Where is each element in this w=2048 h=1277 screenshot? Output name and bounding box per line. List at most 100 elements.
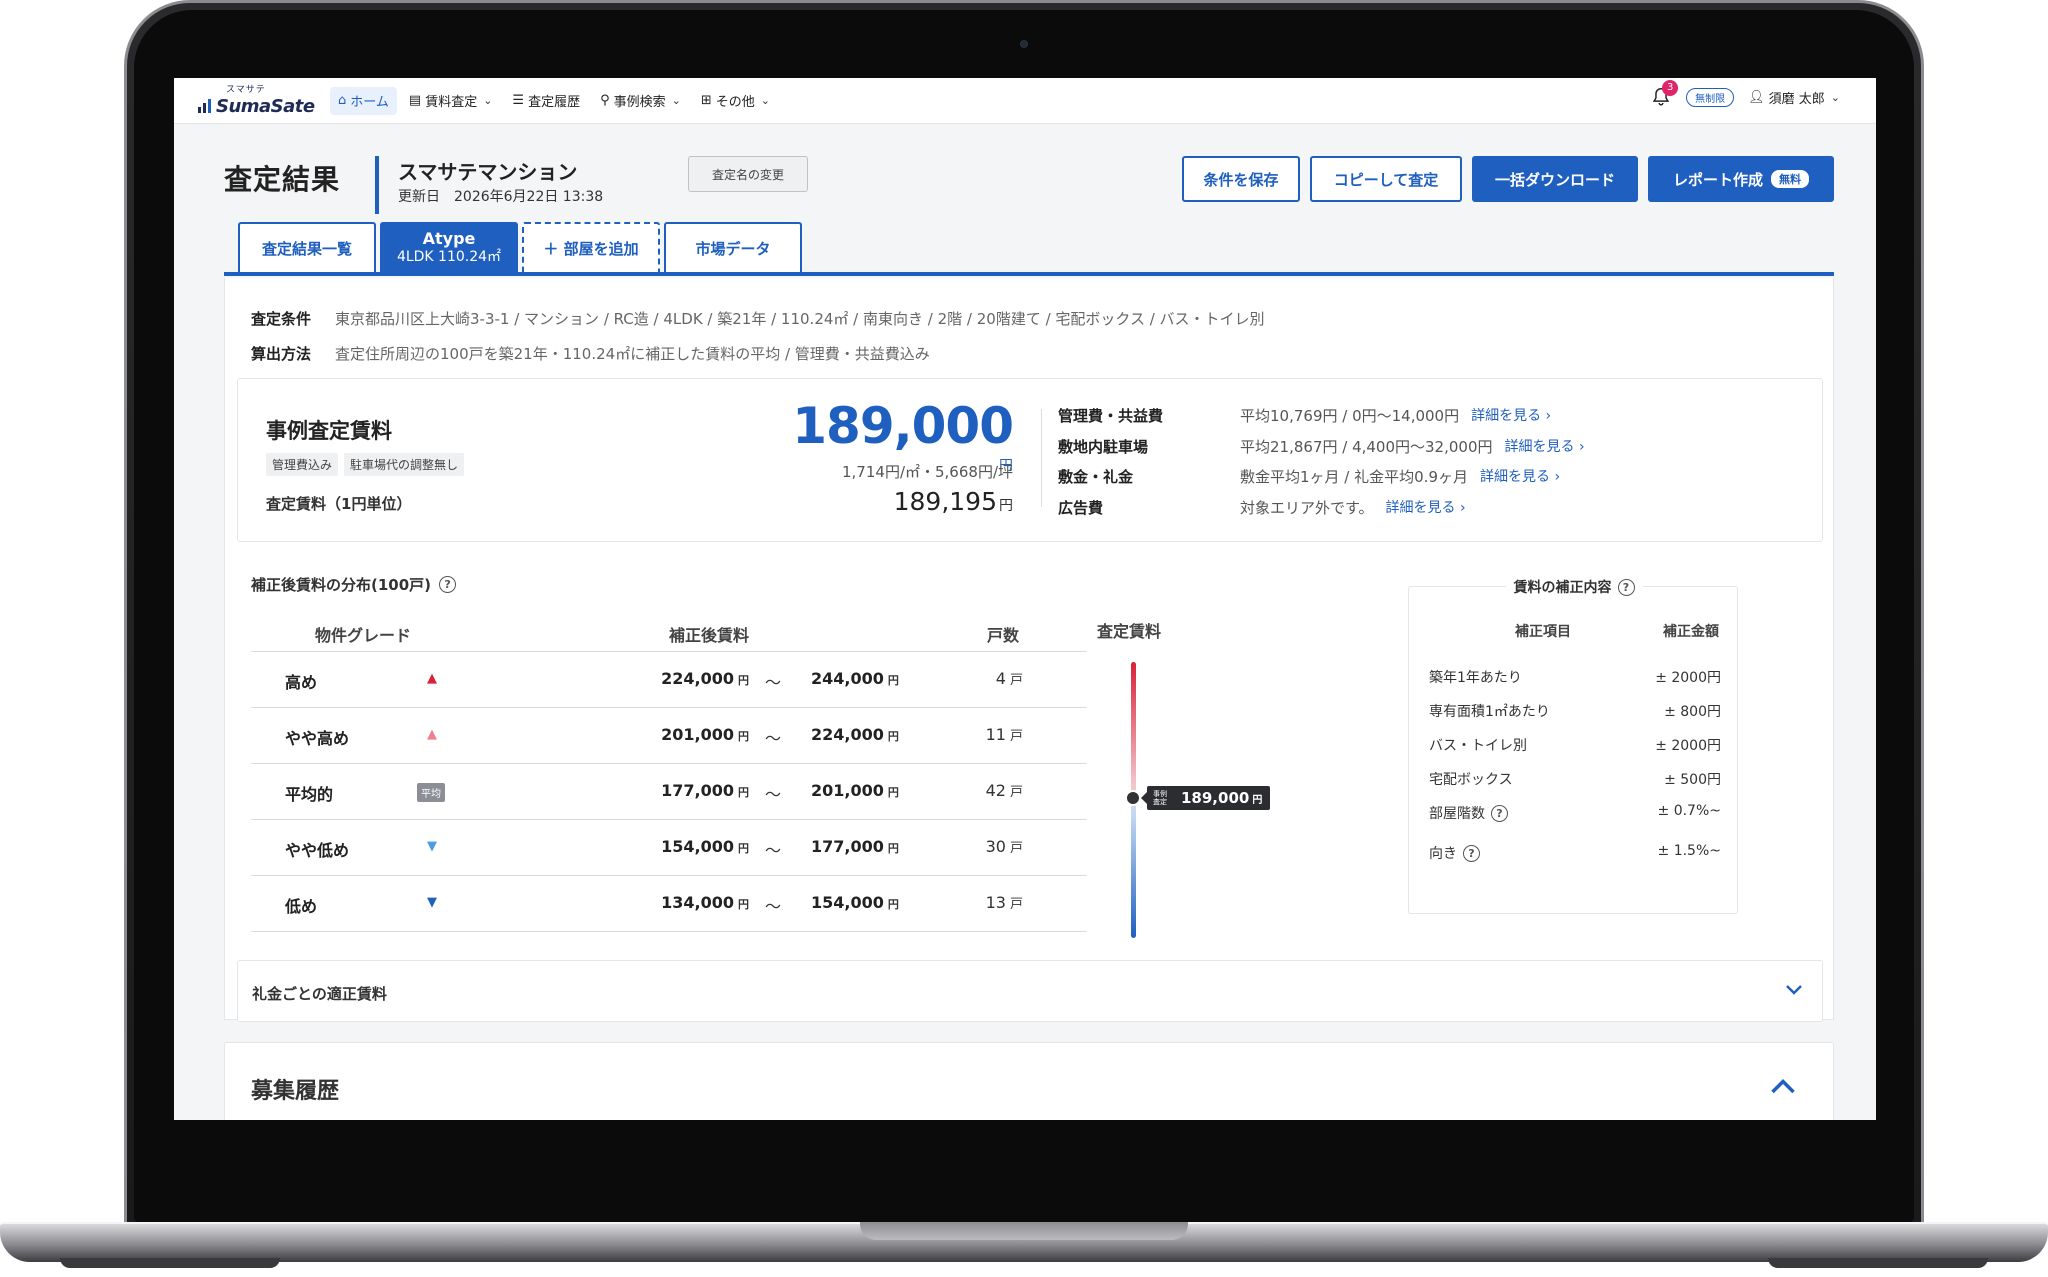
col-grade: 物件グレード [315, 626, 412, 645]
nav-history[interactable]: ☰ 査定履歴 [504, 87, 588, 115]
fee-value: 平均21,867円 / 4,400円〜32,000円 [1240, 437, 1493, 456]
tab-market-data[interactable]: 市場データ [664, 222, 802, 272]
fee-label: 管理費・共益費 [1058, 407, 1164, 425]
updated-label: 更新日 [398, 189, 440, 205]
help-icon[interactable]: ? [1463, 844, 1480, 862]
tab-atype-sub: 4LDK 110.24㎡ [396, 249, 502, 265]
adjustment-amount: ± 500円 [1664, 772, 1721, 788]
adjustment-item-label: 部屋階数 [1429, 806, 1485, 822]
key-money-accordion[interactable]: 礼金ごとの適正賃料 [237, 960, 1823, 1022]
range-tilde: 〜 [765, 785, 782, 804]
result-card: 査定条件 東京都品川区上大崎3-3-1 / マンション / RC造 / 4LDK … [224, 278, 1834, 1022]
rent-low-value: 154,000 [661, 837, 734, 856]
rent-low: 134,000 円 [581, 893, 749, 912]
rent-low-value: 224,000 [661, 669, 734, 688]
range-tilde: 〜 [765, 729, 782, 748]
tab-atype[interactable]: Atype 4LDK 110.24㎡ [380, 222, 518, 272]
assessed-rent-value: 189,000 [792, 397, 1014, 455]
top-header: スマサテ SumaSate ⌂ ホーム ▤ 賃料査定 ⌄ ☰ 査定履歴 ⚲ 事例… [174, 78, 1876, 124]
adjustment-row: 築年1年あたり ± 2000円 [1429, 663, 1721, 697]
gauge-tip-label: 事例査定 [1153, 790, 1167, 806]
adjustment-amount: ± 0.7%~ [1657, 803, 1721, 819]
col-item: 補正項目 [1515, 624, 1571, 640]
count-unit: 戸 [1009, 897, 1023, 912]
help-icon[interactable]: ? [1617, 578, 1635, 596]
help-icon[interactable]: ? [439, 576, 457, 593]
user-icon: 👤︎ [1748, 89, 1765, 105]
rent-low: 224,000 円 [581, 669, 749, 688]
logo-bars-icon [198, 98, 211, 113]
nav-case-search[interactable]: ⚲ 事例検索 ⌄ [592, 87, 689, 115]
triangle-up-icon: ▲ [427, 727, 437, 742]
range-tilde: 〜 [765, 841, 782, 860]
grade-label: 低め [285, 897, 318, 916]
grade-label: 高め [285, 673, 318, 692]
assessment-conditions: 査定条件 東京都品川区上大崎3-3-1 / マンション / RC造 / 4LDK … [251, 302, 1265, 372]
col-count: 戸数 [987, 626, 1020, 645]
yen-unit: 円 [887, 842, 899, 855]
nav-other[interactable]: ⊞ その他 ⌄ [693, 87, 778, 115]
adjustment-item-label: バス・トイレ別 [1429, 738, 1527, 754]
help-icon[interactable]: ? [1491, 804, 1508, 822]
logo-ruby: スマサテ [226, 84, 266, 95]
rename-button[interactable]: 査定名の変更 [688, 156, 808, 192]
user-menu[interactable]: 👤︎ 須磨 太郎 ⌄ [1748, 88, 1840, 107]
average-badge: 平均 [417, 783, 445, 802]
detail-link[interactable]: 詳細を見る › [1505, 432, 1585, 463]
bulk-download-button[interactable]: 一括ダウンロード [1472, 156, 1638, 202]
rent-high-value: 224,000 [811, 725, 884, 744]
fee-row-parking: 敷地内駐車場 平均21,867円 / 4,400円〜32,000円 詳細を見る … [1058, 432, 1585, 463]
nav-rent-assessment[interactable]: ▤ 賃料査定 ⌄ [401, 87, 501, 115]
adjustment-row: 部屋階数? ± 0.7%~ [1429, 799, 1721, 839]
rent-high: 224,000 円 [811, 725, 899, 744]
yen-unit: 円 [738, 786, 749, 799]
grade-label: 平均的 [285, 785, 334, 804]
rent-high-value: 154,000 [811, 893, 884, 912]
save-conditions-button[interactable]: 条件を保存 [1182, 156, 1300, 202]
result-tabs: 査定結果一覧 Atype 4LDK 110.24㎡ ＋ 部屋を追加 市場データ [224, 222, 1834, 276]
col-adjusted-rent: 補正後賃料 [669, 626, 750, 645]
detail-link[interactable]: 詳細を見る › [1471, 401, 1551, 432]
gauge-tip-value: 189,000 円 [1181, 789, 1262, 807]
tab-result-list[interactable]: 査定結果一覧 [238, 222, 376, 272]
exact-rent-value: 189,195 [893, 487, 997, 516]
fee-value: 対象エリア外です。 [1240, 498, 1374, 517]
adjustment-row: 向き? ± 1.5%~ [1429, 839, 1721, 879]
chevron-down-icon: ⌄ [483, 94, 493, 107]
adjustment-row: バス・トイレ別 ± 2000円 [1429, 731, 1721, 765]
triangle-down-icon: ▼ [427, 895, 437, 910]
create-report-button[interactable]: レポート作成 無料 [1648, 156, 1834, 202]
adjustment-item-label: 向き [1429, 846, 1457, 862]
yen-unit: 円 [887, 786, 899, 799]
notification-button[interactable]: 3 [1650, 80, 1679, 108]
adjustment-amount: ± 2000円 [1655, 738, 1721, 754]
user-name: 須磨 太郎 [1768, 91, 1825, 107]
sumasate-logo[interactable]: スマサテ SumaSate [198, 84, 315, 117]
yen-unit: 円 [738, 674, 749, 687]
detail-link[interactable]: 詳細を見る › [1480, 462, 1560, 493]
chevron-up-icon[interactable] [1769, 1073, 1797, 1097]
unit-count: 42 戸 [963, 781, 1023, 800]
count-unit: 戸 [1009, 729, 1023, 744]
adjustment-item-label: 専有面積1㎡あたり [1429, 704, 1550, 720]
rent-low: 201,000 円 [581, 725, 749, 744]
history-title: 募集履歴 [251, 1079, 340, 1104]
copy-assess-button[interactable]: コピーして査定 [1310, 156, 1462, 202]
yen-unit: 円 [738, 842, 749, 855]
adjustment-amount: ± 1.5%~ [1657, 843, 1721, 859]
rent-high: 177,000 円 [811, 837, 899, 856]
detail-link[interactable]: 詳細を見る › [1386, 493, 1466, 524]
nav-home[interactable]: ⌂ ホーム [330, 86, 397, 115]
page-actions: 条件を保存 コピーして査定 一括ダウンロード レポート作成 無料 [1182, 156, 1834, 202]
page-title: 査定結果 [224, 163, 341, 196]
summary-title: 事例査定賃料 [266, 419, 392, 443]
yen-unit: 円 [999, 498, 1013, 514]
col-amount: 補正金額 [1663, 624, 1719, 640]
accordion-title: 礼金ごとの適正賃料 [252, 985, 387, 1003]
rent-per-area: 1,714円/㎡・5,668円/坪 [842, 463, 1013, 481]
free-badge: 無料 [1771, 170, 1809, 188]
tab-add-room[interactable]: ＋ 部屋を追加 [522, 222, 660, 272]
yen-unit: 円 [738, 898, 749, 911]
updated-date: 更新日 2026年6月22日 13:38 [398, 186, 603, 206]
rent-summary: 事例査定賃料 管理費込み 駐車場代の調整無し 査定賃料（1円単位） 189,00… [237, 378, 1823, 542]
